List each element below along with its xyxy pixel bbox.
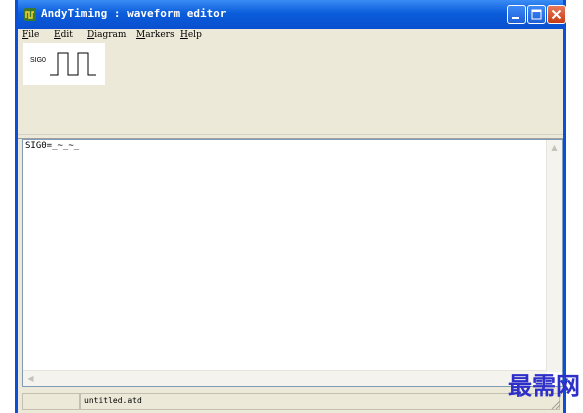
app-icon	[24, 8, 36, 21]
minimize-icon	[512, 17, 519, 19]
menu-bar: File Edit Diagram Markers Help	[18, 29, 563, 43]
maximize-button[interactable]	[527, 5, 546, 24]
app-window: AndyTiming : waveform editor File Edit D…	[15, 0, 566, 413]
title-bar[interactable]: AndyTiming : waveform editor	[18, 0, 566, 29]
menu-help[interactable]: Help	[180, 30, 202, 40]
menu-file[interactable]: File	[22, 30, 39, 40]
close-button[interactable]	[547, 5, 566, 24]
status-bar: untitled.atd	[18, 390, 563, 413]
menu-diagram[interactable]: Diagram	[87, 30, 126, 40]
waveform-canvas[interactable]: SIG0	[23, 43, 105, 85]
status-panel-left	[22, 393, 80, 410]
menu-markers[interactable]: Markers	[136, 30, 175, 40]
waveform-trace	[50, 52, 96, 76]
status-filename: untitled.atd	[84, 396, 142, 405]
minimize-button[interactable]	[507, 5, 526, 24]
vertical-scrollbar[interactable]: ▲	[546, 140, 562, 372]
watermark-logo: 最需网	[508, 371, 580, 400]
signal-label: SIG0	[30, 57, 46, 64]
menu-edit[interactable]: Edit	[54, 30, 73, 40]
waveform-pane[interactable]: SIG0	[18, 43, 563, 134]
signal-waveform[interactable]	[50, 51, 100, 77]
scroll-left-arrow-icon[interactable]: ◀	[23, 371, 38, 386]
status-panel-main	[80, 393, 560, 410]
text-editor[interactable]: SIG0=_~_~_ ▲ ◀	[22, 139, 563, 387]
scroll-up-arrow-icon[interactable]: ▲	[547, 140, 562, 155]
maximize-icon	[531, 9, 542, 20]
horizontal-scrollbar[interactable]: ◀	[23, 370, 547, 386]
close-icon	[551, 9, 562, 20]
window-title: AndyTiming : waveform editor	[41, 7, 227, 20]
editor-content[interactable]: SIG0=_~_~_	[25, 141, 79, 151]
